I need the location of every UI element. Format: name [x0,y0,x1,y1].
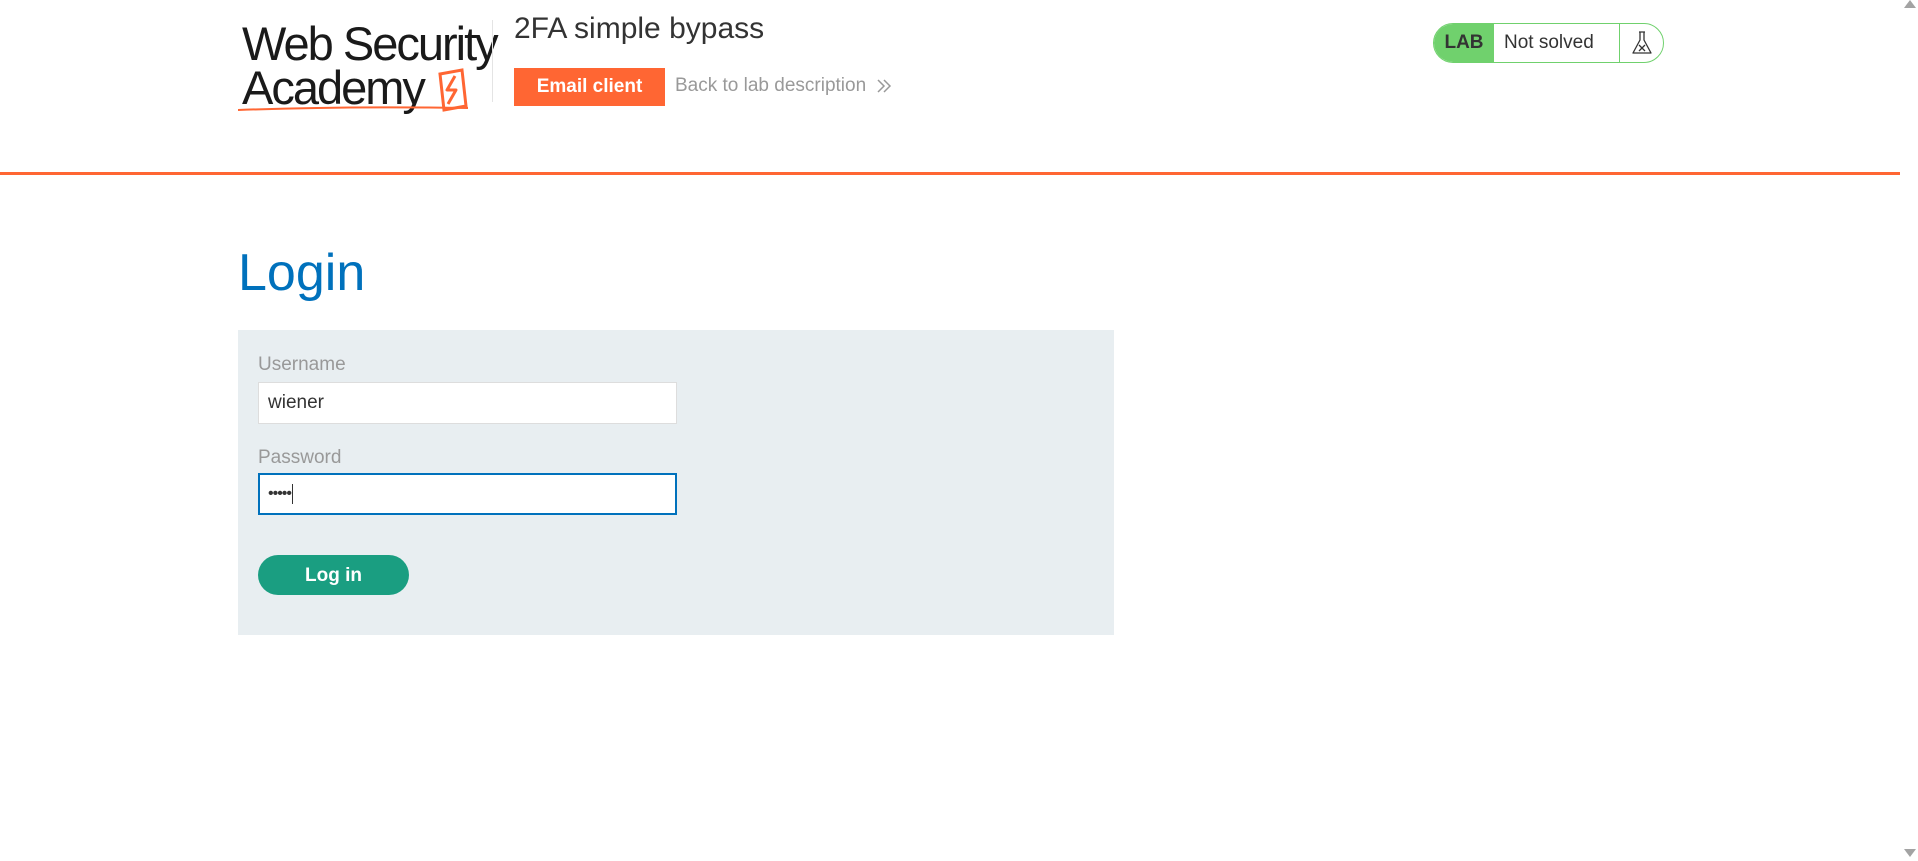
username-label: Username [258,354,346,375]
logo-line-1: Web Security [242,17,499,70]
logo-line-2: Academy [242,61,426,114]
password-label: Password [258,447,342,468]
scroll-down-arrow-icon[interactable] [1904,849,1916,857]
vertical-scrollbar[interactable] [1900,0,1918,861]
password-masked-value: ••••• [268,485,292,502]
page-title: Login [238,244,366,302]
page: Web Security Academy 2FA simple bypass E… [0,0,1918,861]
login-button[interactable]: Log in [258,555,409,595]
text-caret [292,484,294,504]
lab-status-widget: LAB Not solved [1433,23,1664,63]
web-security-academy-logo[interactable]: Web Security Academy [238,18,499,114]
lab-title: 2FA simple bypass [514,12,765,45]
double-chevron-right-icon [877,79,892,93]
lab-status-icon-cell [1619,24,1663,62]
scroll-up-arrow-icon[interactable] [1904,0,1916,8]
password-input[interactable]: ••••• [258,473,677,515]
lab-status-text: Not solved [1504,32,1594,53]
username-input[interactable] [258,382,677,424]
lab-badge: LAB [1434,24,1494,62]
back-link-label: Back to lab description [675,75,867,96]
login-form: Username Password ••••• Log in [238,330,1114,635]
email-client-button[interactable]: Email client [514,68,665,106]
header-divider [492,20,493,102]
back-to-lab-description-link[interactable]: Back to lab description [675,75,892,97]
logo-underline [238,106,468,111]
lab-header: Web Security Academy 2FA simple bypass E… [0,0,1900,175]
flask-icon [1631,31,1652,54]
